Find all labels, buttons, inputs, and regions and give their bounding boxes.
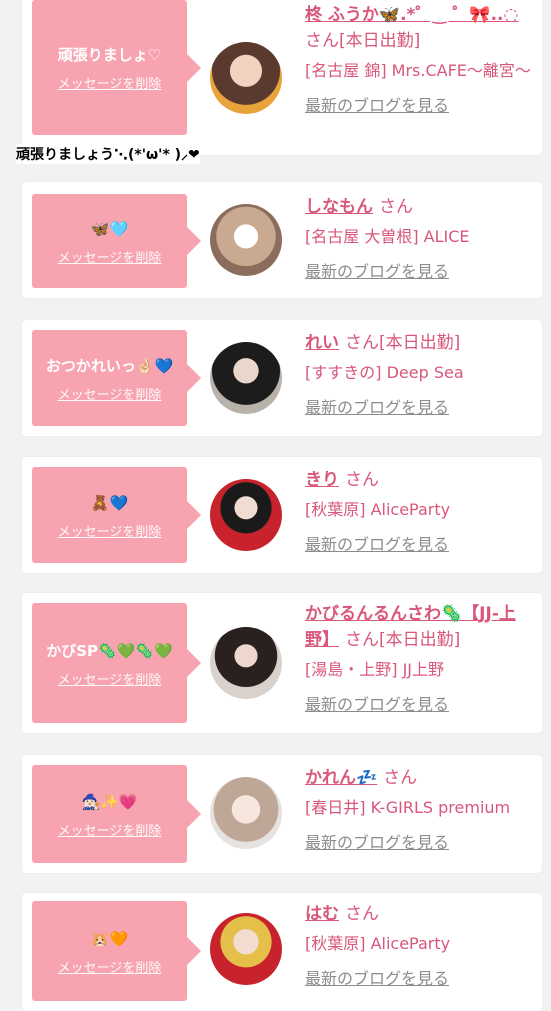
shop-text: [すすきの] Deep Sea	[305, 363, 464, 382]
san-label: さん	[305, 31, 339, 51]
avatar[interactable]	[210, 342, 282, 414]
status-text: [本日出勤]	[379, 333, 461, 353]
cast-name-link[interactable]: 柊 ふうか🦋.*゜‿ ゜🎀..◌	[305, 5, 518, 25]
message-card: 🐹🧡 メッセージを削除 はむ さん [秋葉原] AliceParty 最新のブログ…	[22, 893, 542, 1011]
san-label: さん	[345, 470, 379, 490]
san-label: さん	[383, 768, 418, 788]
blog-link[interactable]: 最新のブログを見る	[305, 693, 537, 717]
avatar[interactable]	[210, 913, 282, 985]
cast-name-link[interactable]: れい	[305, 333, 339, 353]
message-bubble: 🧸💙 メッセージを削除	[32, 467, 201, 563]
cast-name-link[interactable]: はむ	[305, 904, 339, 924]
cast-name-link[interactable]: かれん💤	[305, 768, 377, 788]
shop-text: [春日井] K-GIRLS premium	[305, 798, 511, 817]
message-text: 頑張りましょ♡	[57, 46, 162, 64]
avatar[interactable]	[210, 777, 282, 849]
message-text: 🧸💙	[90, 493, 129, 512]
message-text: おつかれいっ🤞🏻💙	[45, 356, 174, 375]
blog-link[interactable]: 最新のブログを見る	[305, 533, 537, 557]
avatar[interactable]	[210, 204, 282, 276]
delete-message-link[interactable]: メッセージを削除	[58, 957, 162, 976]
cast-name-link[interactable]: きり	[305, 470, 339, 490]
message-card: かびSP🦠💚🦠💚 メッセージを削除 かびるんるんさわ🦠【JJ-上野】 さん[本日出…	[22, 593, 542, 733]
blog-link[interactable]: 最新のブログを見る	[305, 396, 537, 420]
blog-link[interactable]: 最新のブログを見る	[305, 94, 537, 118]
blog-link[interactable]: 最新のブログを見る	[305, 831, 537, 855]
shop-text: [名古屋 錦] Mrs.CAFE〜離宮〜	[305, 61, 531, 80]
cast-name-link[interactable]: しなもん	[305, 197, 373, 217]
message-bubble: おつかれいっ🤞🏻💙 メッセージを削除	[32, 330, 201, 426]
delete-message-link[interactable]: メッセージを削除	[58, 384, 162, 403]
message-bubble: 🐹🧡 メッセージを削除	[32, 901, 201, 1001]
san-label: さん	[345, 630, 379, 650]
delete-message-link[interactable]: メッセージを削除	[58, 73, 162, 92]
avatar[interactable]	[210, 479, 282, 551]
shop-text: [秋葉原] AliceParty	[305, 934, 451, 953]
shop-text: [秋葉原] AliceParty	[305, 500, 451, 519]
message-text: 🦋🩵	[90, 219, 129, 238]
shop-text: [名古屋 大曽根] ALICE	[305, 227, 470, 246]
message-card: 🦋🩵 メッセージを削除 しなもん さん [名古屋 大曽根] ALICE 最新のブロ…	[22, 182, 542, 298]
status-text: [本日出勤]	[339, 31, 421, 51]
message-text: かびSP🦠💚🦠💚	[46, 641, 173, 660]
avatar[interactable]	[210, 627, 282, 699]
message-text: 🐹🧡	[90, 929, 129, 948]
message-bubble: 🦋🩵 メッセージを削除	[32, 194, 201, 288]
message-bubble: かびSP🦠💚🦠💚 メッセージを削除	[32, 603, 201, 723]
delete-message-link[interactable]: メッセージを削除	[58, 521, 162, 540]
message-card: 🧙🏻‍♀️✨💗 メッセージを削除 かれん💤 さん [春日井] K-GIRLS pr…	[22, 755, 542, 873]
blog-link[interactable]: 最新のブログを見る	[305, 260, 537, 284]
message-bubble: 頑張りましょ♡ メッセージを削除	[32, 0, 201, 135]
message-bubble: 🧙🏻‍♀️✨💗 メッセージを削除	[32, 765, 201, 863]
delete-message-link[interactable]: メッセージを削除	[58, 820, 162, 839]
san-label: さん	[379, 197, 413, 217]
shop-text: [湯島・上野] JJ上野	[305, 660, 445, 679]
san-label: さん	[345, 904, 379, 924]
message-card: 頑張りましょ♡ メッセージを削除 柊 ふうか🦋.*゜‿ ゜🎀..◌ さん[本日出…	[22, 0, 542, 155]
blog-link[interactable]: 最新のブログを見る	[305, 967, 537, 991]
message-text: 🧙🏻‍♀️✨💗	[81, 792, 138, 811]
message-card: 🧸💙 メッセージを削除 きり さん [秋葉原] AliceParty 最新のブログ…	[22, 457, 542, 573]
san-label: さん	[345, 333, 379, 353]
status-text: [本日出勤]	[379, 630, 461, 650]
delete-message-link[interactable]: メッセージを削除	[58, 247, 162, 266]
delete-message-link[interactable]: メッセージを削除	[58, 669, 162, 688]
floating-message: 頑張りましょう⋱(*'ω'* )⸝❤︎	[16, 144, 200, 164]
message-card: おつかれいっ🤞🏻💙 メッセージを削除 れい さん[本日出勤] [すすきの] Dee…	[22, 320, 542, 436]
avatar[interactable]	[210, 42, 282, 114]
